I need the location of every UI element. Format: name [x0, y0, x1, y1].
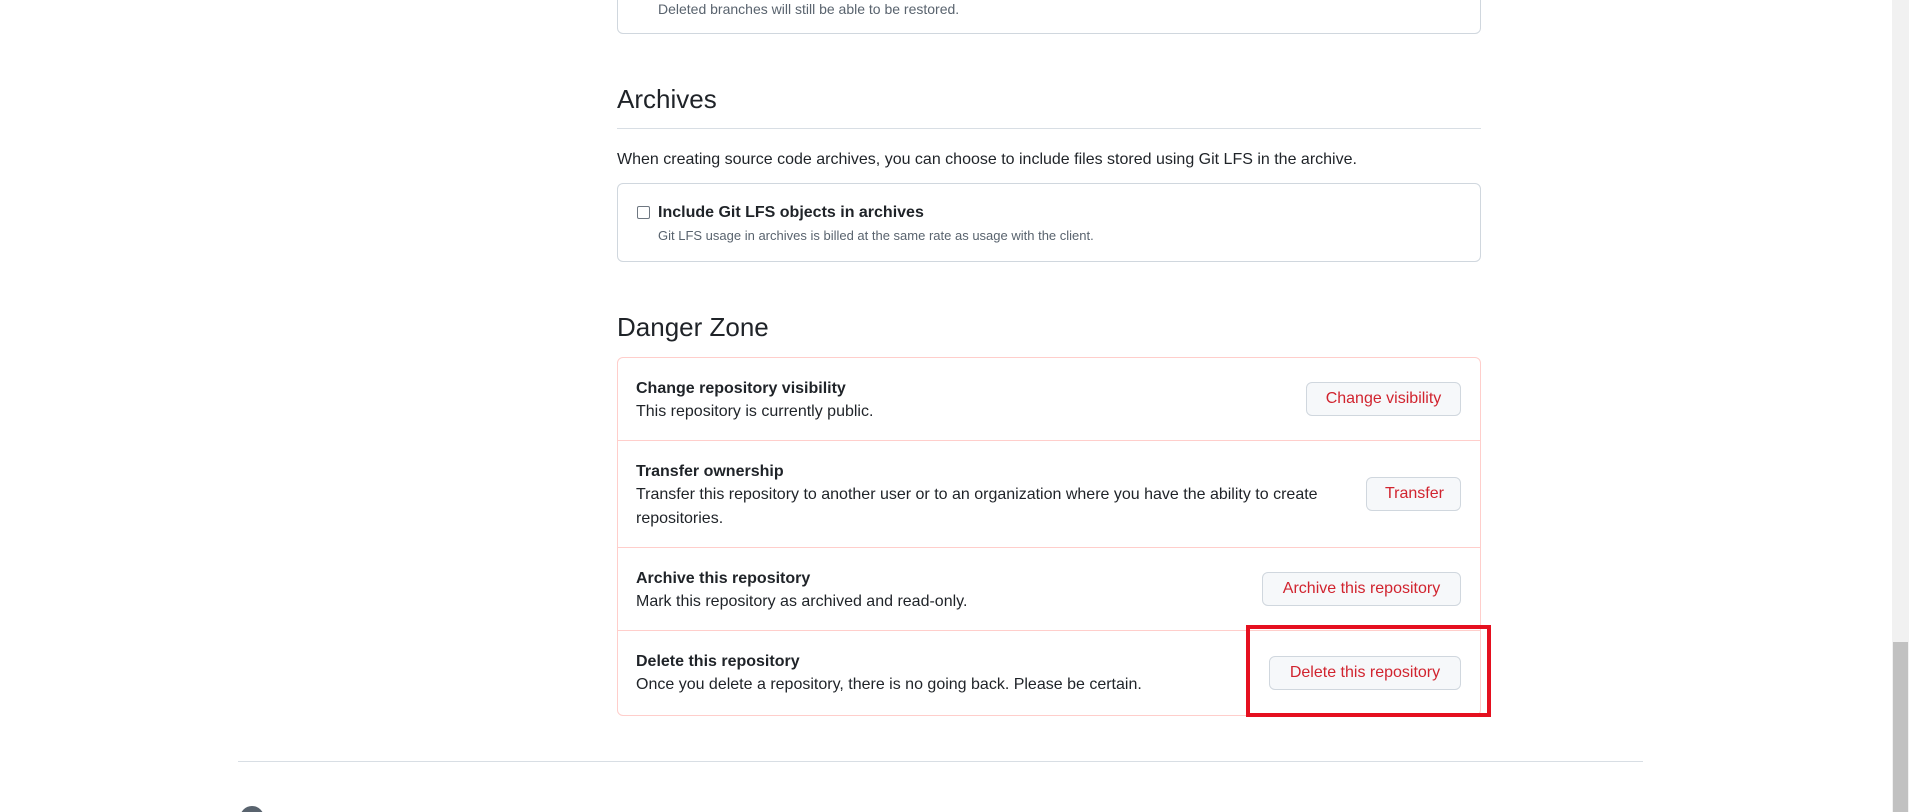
visibility-description: This repository is currently public. — [636, 403, 874, 420]
lfs-archive-option: Include Git LFS objects in archives Git … — [617, 183, 1481, 262]
footer-divider — [238, 761, 1643, 762]
transfer-button[interactable]: Transfer — [1366, 477, 1461, 511]
include-lfs-checkbox[interactable] — [637, 206, 650, 219]
archives-heading: Archives — [617, 84, 1481, 129]
danger-row-archive: Archive this repository Mark this reposi… — [618, 547, 1480, 631]
include-lfs-note: Git LFS usage in archives is billed at t… — [658, 228, 1094, 243]
visibility-title: Change repository visibility — [636, 380, 846, 397]
change-visibility-button[interactable]: Change visibility — [1306, 382, 1461, 416]
transfer-description-line2: repositories. — [636, 510, 724, 527]
settings-page: Deleted branches will still be able to b… — [0, 0, 1909, 812]
danger-row-visibility: Change repository visibility This reposi… — [618, 358, 1480, 440]
deleted-branches-note: Deleted branches will still be able to b… — [658, 1, 960, 17]
archive-description: Mark this repository as archived and rea… — [636, 593, 968, 610]
danger-zone-heading: Danger Zone — [617, 312, 769, 342]
archive-repository-button[interactable]: Archive this repository — [1262, 572, 1461, 606]
archives-description: When creating source code archives, you … — [617, 151, 1357, 168]
branch-protection-box: Deleted branches will still be able to b… — [617, 0, 1481, 34]
transfer-title: Transfer ownership — [636, 463, 784, 480]
archive-title: Archive this repository — [636, 570, 811, 587]
github-logo-icon[interactable] — [240, 806, 264, 812]
delete-description: Once you delete a repository, there is n… — [636, 676, 1142, 693]
transfer-description-line1: Transfer this repository to another user… — [636, 486, 1318, 503]
scrollbar-thumb[interactable] — [1893, 642, 1908, 812]
delete-button-highlight — [1246, 625, 1491, 717]
include-lfs-label[interactable]: Include Git LFS objects in archives — [658, 204, 924, 222]
delete-title: Delete this repository — [636, 653, 800, 670]
danger-row-transfer: Transfer ownership Transfer this reposit… — [618, 440, 1480, 548]
